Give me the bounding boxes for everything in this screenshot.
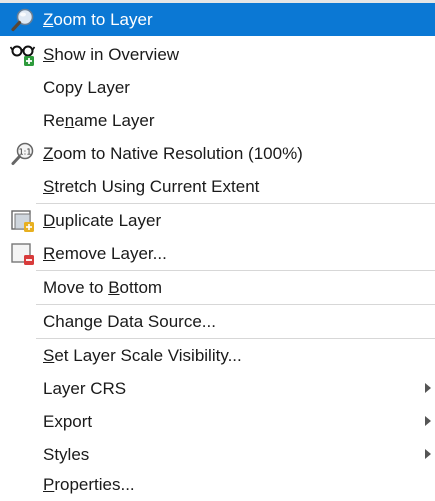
submenu-arrow-icon [425,383,431,393]
menu-item-label: Rename Layer [43,110,155,130]
menu-item-rename-layer[interactable]: Rename Layer [0,104,435,137]
menu-item-zoom-to-layer[interactable]: Zoom to Layer [0,3,435,36]
menu-item-label: Duplicate Layer [43,210,162,230]
submenu-arrow-icon [425,416,431,426]
menu-item-label: Stretch Using Current Extent [43,176,260,196]
menu-item-export[interactable]: Export [0,405,435,438]
menu-item-layer-crs[interactable]: Layer CRS [0,372,435,405]
svg-text:1:1: 1:1 [19,148,32,157]
show-in-overview-icon [9,42,36,67]
remove-layer-icon [10,241,36,266]
layer-context-menu: Zoom to Layer Show in Overview Copy Laye… [0,0,435,501]
menu-item-label: Styles [43,444,90,464]
menu-item-styles[interactable]: Styles [0,438,435,471]
menu-item-label: Zoom to Layer [43,9,153,29]
menu-item-duplicate-layer[interactable]: Duplicate Layer [0,204,435,237]
zoom-native-resolution-icon: 1:1 [10,141,36,166]
menu-item-change-data-source[interactable]: Change Data Source... [0,305,435,338]
menu-item-properties[interactable]: Properties... [0,468,435,501]
menu-item-copy-layer[interactable]: Copy Layer [0,71,435,104]
menu-item-label: Properties... [43,474,135,494]
menu-item-label: Copy Layer [43,77,130,97]
menu-item-label: Move to Bottom [43,277,163,297]
menu-item-move-to-bottom[interactable]: Move to Bottom [0,271,435,304]
menu-item-label: Zoom to Native Resolution (100%) [43,143,303,163]
menu-item-remove-layer[interactable]: Remove Layer... [0,237,435,270]
duplicate-layer-icon [10,208,36,233]
menu-item-label: Change Data Source... [43,311,216,331]
menu-item-zoom-native-resolution[interactable]: 1:1 Zoom to Native Resolution (100%) [0,137,435,170]
zoom-to-layer-icon [10,7,36,32]
menu-item-label: Set Layer Scale Visibility... [43,345,242,365]
menu-item-label: Export [43,411,93,431]
menu-item-set-scale-visibility[interactable]: Set Layer Scale Visibility... [0,339,435,372]
menu-item-stretch-current-extent[interactable]: Stretch Using Current Extent [0,170,435,203]
menu-item-label: Remove Layer... [43,243,167,263]
menu-item-label: Show in Overview [43,44,180,64]
menu-item-label: Layer CRS [43,378,127,398]
menu-item-show-in-overview[interactable]: Show in Overview [0,38,435,71]
submenu-arrow-icon [425,449,431,459]
